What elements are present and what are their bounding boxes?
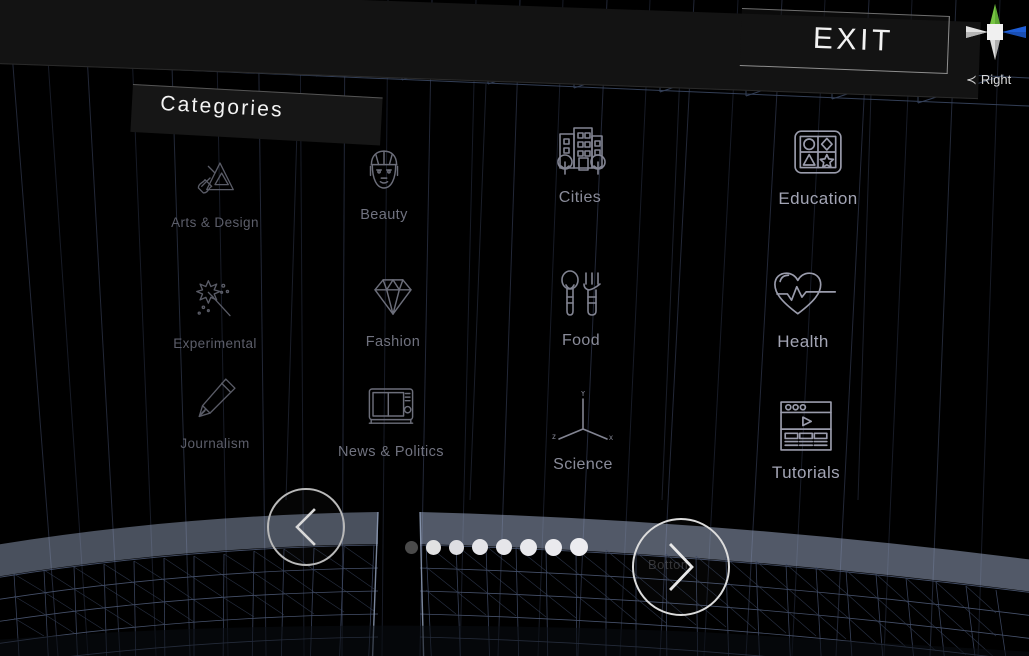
category-item-science[interactable]: Y z x Science <box>508 391 658 474</box>
next-page-button[interactable] <box>632 518 730 616</box>
pencil-icon <box>192 376 238 422</box>
pagination-dot-1[interactable] <box>405 540 418 554</box>
category-item-news-politics[interactable]: News & Politics <box>316 379 466 460</box>
chevron-right-icon <box>669 543 694 591</box>
category-label: Arts & Design <box>171 215 259 230</box>
category-item-health[interactable]: Health <box>728 267 878 352</box>
television-icon <box>366 382 416 432</box>
pagination-dot-2[interactable] <box>426 539 441 555</box>
category-label: Experimental <box>173 336 257 351</box>
category-label: Food <box>561 332 601 349</box>
category-label: Health <box>777 332 829 351</box>
spoon-fork-icon <box>553 267 609 323</box>
pagination-dot-8[interactable] <box>570 538 588 556</box>
paintbrush-ruler-icon <box>192 155 238 201</box>
category-label: Journalism <box>180 436 250 451</box>
pagination-dot-5[interactable] <box>496 539 512 555</box>
browser-play-icon <box>777 397 835 455</box>
category-item-journalism[interactable]: Journalism <box>140 371 290 451</box>
previous-page-button[interactable] <box>267 488 345 566</box>
category-item-beauty[interactable]: Beauty <box>309 142 459 223</box>
pagination-dot-6[interactable] <box>520 538 537 556</box>
diamond-gem-icon <box>368 272 418 322</box>
pagination-dot-4[interactable] <box>472 539 488 555</box>
pagination-dot-3[interactable] <box>449 539 464 555</box>
category-label: Beauty <box>360 207 408 223</box>
category-label: Education <box>778 189 858 208</box>
xyz-axes-icon: Y z x <box>550 391 616 447</box>
category-label: News & Politics <box>338 444 444 460</box>
category-label: Tutorials <box>771 463 841 482</box>
buildings-trees-icon <box>552 124 608 180</box>
category-item-food[interactable]: Food <box>506 267 656 350</box>
vr-categories-scene: EXIT Categories ≺ Right Arts & Design Be… <box>0 0 1029 656</box>
svg-text:z: z <box>552 432 556 441</box>
category-label: Cities <box>558 189 602 206</box>
category-item-education[interactable]: Education <box>743 124 893 209</box>
category-item-experimental[interactable]: Experimental <box>140 271 290 351</box>
category-item-cities[interactable]: Cities <box>505 124 655 207</box>
category-label: Fashion <box>365 334 421 350</box>
magic-wand-icon <box>192 276 238 322</box>
heart-pulse-icon <box>769 266 838 324</box>
face-mask-icon <box>359 145 409 195</box>
shapes-grid-icon <box>789 123 847 181</box>
chevron-left-icon <box>295 508 316 546</box>
category-item-tutorials[interactable]: Tutorials <box>731 398 881 483</box>
category-item-arts-design[interactable]: Arts & Design <box>140 150 290 230</box>
pagination-dot-7[interactable] <box>545 538 562 556</box>
pagination-dots <box>405 536 588 558</box>
svg-text:x: x <box>609 433 613 442</box>
category-label: Science <box>553 456 613 473</box>
category-item-fashion[interactable]: Fashion <box>318 269 468 350</box>
svg-text:Y: Y <box>580 391 586 398</box>
